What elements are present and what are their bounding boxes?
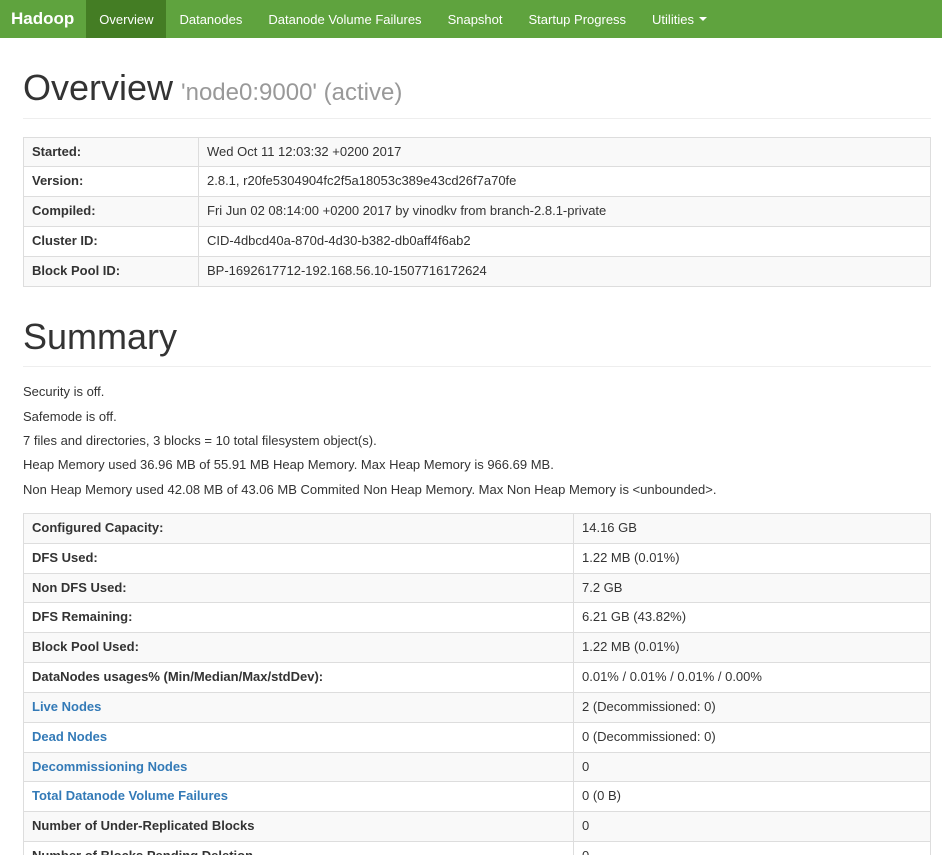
row-block-pool-id-value: BP-1692617712-192.168.56.10-150771617262… — [198, 255, 931, 287]
summary-non-heap-memory: Non Heap Memory used 42.08 MB of 43.06 M… — [23, 481, 717, 497]
page-title-text: Overview — [23, 67, 174, 108]
row-live-nodes: Live Nodes 2 (Decommissioned: 0) — [23, 691, 931, 723]
page-subtitle: 'node0:9000' (active) — [181, 79, 403, 106]
row-under-replicated-blocks-label: Number of Under-Replicated Blocks — [23, 811, 574, 843]
nav-item-datanodes[interactable]: Datanodes — [166, 0, 255, 38]
row-dfs-used: DFS Used: 1.22 MB (0.01%) — [23, 542, 931, 574]
overview-table: Started: Wed Oct 11 12:03:32 +0200 2017 … — [23, 136, 931, 287]
navbar: Hadoop Overview Datanodes Datanode Volum… — [0, 0, 942, 38]
nav-item-utilities[interactable]: Utilities — [639, 0, 720, 38]
row-compiled: Compiled: Fri Jun 02 08:14:00 +0200 2017… — [23, 196, 931, 228]
row-total-datanode-volume-failures-value: 0 (0 B) — [573, 781, 931, 813]
row-non-dfs-used-label: Non DFS Used: — [23, 572, 574, 604]
row-compiled-value: Fri Jun 02 08:14:00 +0200 2017 by vinodk… — [198, 196, 931, 228]
row-started: Started: Wed Oct 11 12:03:32 +0200 2017 — [23, 136, 931, 168]
total-datanode-volume-failures-link[interactable]: Total Datanode Volume Failures — [32, 788, 228, 803]
row-dfs-remaining-label: DFS Remaining: — [23, 602, 574, 634]
row-datanodes-usages-label: DataNodes usages% (Min/Median/Max/stdDev… — [23, 662, 574, 693]
row-started-label: Started: — [23, 136, 199, 168]
row-started-value: Wed Oct 11 12:03:32 +0200 2017 — [198, 136, 931, 168]
row-cluster-id-value: CID-4dbcd40a-870d-4d30-b382-db0aff4f6ab2 — [198, 226, 931, 257]
row-dfs-remaining-value: 6.21 GB (43.82%) — [573, 602, 931, 634]
row-version-value: 2.8.1, r20fe5304904fc2f5a18053c389e43cd2… — [198, 166, 931, 198]
summary-filesystem-objects: 7 files and directories, 3 blocks = 10 t… — [23, 433, 377, 448]
row-datanodes-usages: DataNodes usages% (Min/Median/Max/stdDev… — [23, 662, 931, 693]
row-version: Version: 2.8.1, r20fe5304904fc2f5a18053c… — [23, 166, 931, 198]
nav-item-startup-progress[interactable]: Startup Progress — [516, 0, 640, 38]
row-compiled-label: Compiled: — [23, 196, 199, 228]
row-live-nodes-value: 2 (Decommissioned: 0) — [573, 691, 931, 723]
row-dfs-remaining: DFS Remaining: 6.21 GB (43.82%) — [23, 602, 931, 634]
row-block-pool-used-value: 1.22 MB (0.01%) — [573, 632, 931, 664]
summary-header: Summary — [23, 317, 931, 368]
nav-item-snapshot[interactable]: Snapshot — [435, 0, 516, 38]
row-cluster-id: Cluster ID: CID-4dbcd40a-870d-4d30-b382-… — [23, 226, 931, 257]
row-blocks-pending-deletion-value: 0 — [573, 841, 931, 855]
summary-security-status: Security is off. — [23, 384, 105, 400]
row-block-pool-used: Block Pool Used: 1.22 MB (0.01%) — [23, 632, 931, 664]
overview-header: Overview 'node0:9000' (active) — [23, 68, 931, 119]
row-decommissioning-nodes: Decommissioning Nodes 0 — [23, 751, 931, 783]
row-block-pool-id: Block Pool ID: BP-1692617712-192.168.56.… — [23, 255, 931, 287]
row-blocks-pending-deletion-label: Number of Blocks Pending Deletion — [23, 841, 574, 855]
summary-table: Configured Capacity: 14.16 GB DFS Used: … — [23, 512, 931, 855]
row-under-replicated-blocks: Number of Under-Replicated Blocks 0 — [23, 811, 931, 843]
nav-item-utilities-label: Utilities — [652, 11, 694, 27]
live-nodes-link[interactable]: Live Nodes — [32, 699, 101, 714]
nav-item-datanode-volume-failures[interactable]: Datanode Volume Failures — [255, 0, 434, 38]
row-configured-capacity: Configured Capacity: 14.16 GB — [23, 512, 931, 544]
row-dead-nodes-value: 0 (Decommissioned: 0) — [573, 721, 931, 753]
summary-title: Summary — [23, 315, 178, 357]
row-cluster-id-label: Cluster ID: — [23, 226, 199, 257]
row-configured-capacity-label: Configured Capacity: — [23, 512, 574, 544]
decommissioning-nodes-link[interactable]: Decommissioning Nodes — [32, 759, 187, 774]
page-title: Overview 'node0:9000' (active) — [23, 68, 931, 108]
row-non-dfs-used: Non DFS Used: 7.2 GB — [23, 572, 931, 604]
row-dead-nodes: Dead Nodes 0 (Decommissioned: 0) — [23, 721, 931, 753]
row-block-pool-id-label: Block Pool ID: — [23, 255, 199, 287]
row-version-label: Version: — [23, 166, 199, 198]
row-blocks-pending-deletion: Number of Blocks Pending Deletion 0 — [23, 841, 931, 855]
dead-nodes-link[interactable]: Dead Nodes — [32, 729, 107, 744]
summary-paragraphs: Security is off. Safemode is off. 7 file… — [23, 384, 931, 497]
main-content: Overview 'node0:9000' (active) Started: W… — [23, 68, 931, 855]
row-decommissioning-nodes-value: 0 — [573, 751, 931, 783]
row-dfs-used-value: 1.22 MB (0.01%) — [573, 542, 931, 574]
brand-hadoop[interactable]: Hadoop — [0, 0, 86, 38]
row-non-dfs-used-value: 7.2 GB — [573, 572, 931, 604]
row-datanodes-usages-value: 0.01% / 0.01% / 0.01% / 0.00% — [573, 662, 931, 693]
row-configured-capacity-value: 14.16 GB — [573, 512, 931, 544]
nav-menu: Overview Datanodes Datanode Volume Failu… — [86, 0, 720, 38]
row-total-datanode-volume-failures: Total Datanode Volume Failures 0 (0 B) — [23, 781, 931, 813]
row-block-pool-used-label: Block Pool Used: — [23, 632, 574, 664]
caret-down-icon — [698, 17, 707, 21]
row-dfs-used-label: DFS Used: — [23, 542, 574, 574]
summary-heap-memory: Heap Memory used 36.96 MB of 55.91 MB He… — [23, 457, 554, 473]
row-under-replicated-blocks-value: 0 — [573, 811, 931, 843]
summary-safemode-status: Safemode is off. — [23, 408, 117, 424]
nav-item-overview[interactable]: Overview — [86, 0, 167, 38]
